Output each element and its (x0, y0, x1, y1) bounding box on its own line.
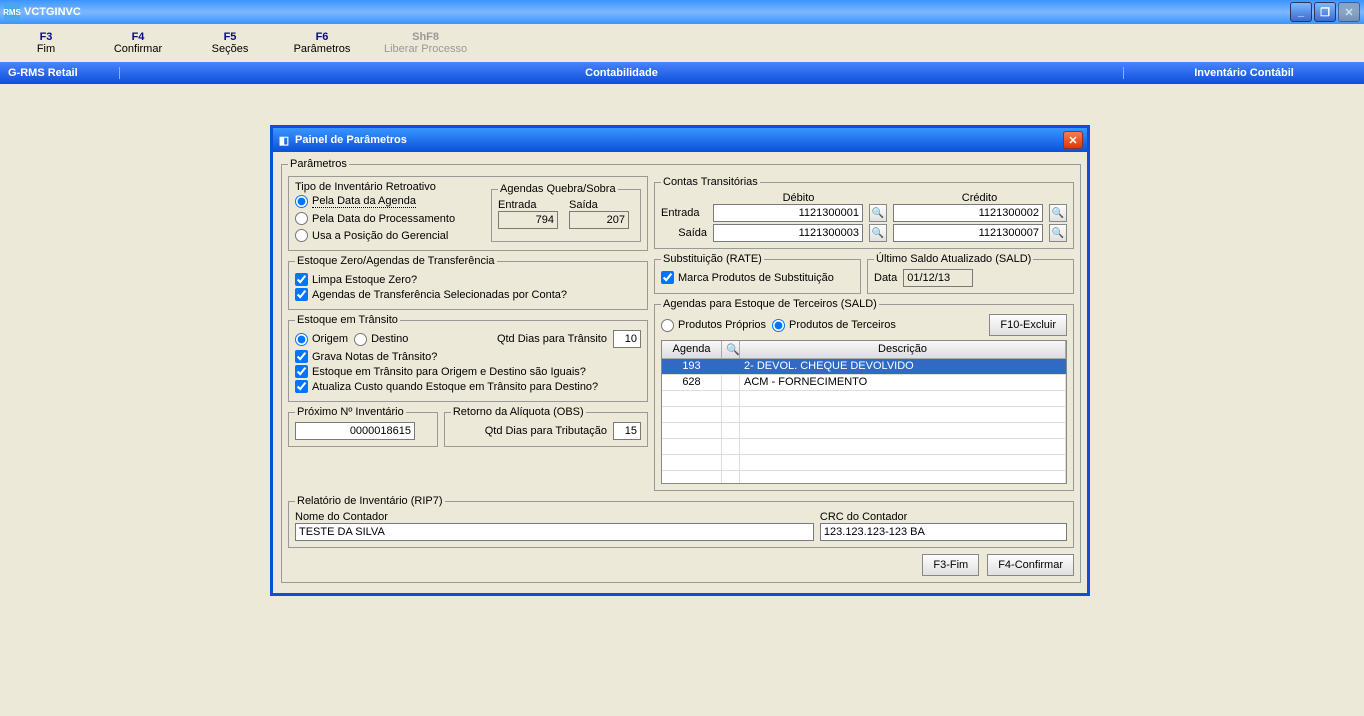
opt-data-agenda[interactable]: Pela Data da Agenda (295, 195, 485, 208)
ultimo-saldo-group: Último Saldo Atualizado (SALD) Data (867, 253, 1074, 294)
fkey-f6[interactable]: F6Parâmetros (292, 31, 352, 55)
parametros-legend: Parâmetros (288, 158, 349, 170)
excluir-button[interactable]: F10-Excluir (989, 314, 1067, 336)
saida-field[interactable] (569, 211, 629, 229)
window-titlebar: RMS VCTGINVC _ ❐ ✕ (0, 0, 1364, 24)
opt-data-processamento[interactable]: Pela Data do Processamento (295, 212, 485, 225)
parameters-dialog: ◧ Painel de Parâmetros ✕ Parâmetros Tipo… (270, 125, 1090, 596)
entrada-field[interactable] (498, 211, 558, 229)
fkey-f3[interactable]: F3Fim (16, 31, 76, 55)
entrada-debito-field[interactable] (713, 204, 863, 222)
qtd-tributacao-label: Qtd Dias para Tributação (485, 425, 607, 437)
crc-contador-label: CRC do Contador (820, 511, 1067, 523)
binoculars-icon[interactable]: 🔍 (869, 204, 887, 222)
opt-origem[interactable]: Origem (295, 333, 348, 346)
fkey-f5[interactable]: F5Seções (200, 31, 260, 55)
minimize-button[interactable]: _ (1290, 2, 1312, 22)
table-row[interactable] (662, 407, 1066, 423)
agendas-grid[interactable]: Agenda 🔍 Descrição 1932- DEVOL. CHEQUE D… (661, 340, 1067, 484)
dialog-icon: ◧ (277, 133, 291, 147)
fkey-bar: F3Fim F4Confirmar F5Seções F6Parâmetros … (0, 24, 1364, 62)
opt-destino[interactable]: Destino (354, 333, 408, 346)
dialog-title: Painel de Parâmetros (295, 134, 1063, 146)
context-bar: G-RMS Retail Contabilidade Inventário Co… (0, 62, 1364, 84)
binoculars-icon[interactable]: 🔍 (722, 341, 740, 358)
table-row[interactable] (662, 423, 1066, 439)
col-descricao: Descrição (740, 341, 1066, 358)
retorno-aliquota-group: Retorno da Alíquota (OBS) Qtd Dias para … (444, 406, 648, 447)
entrada-label: Entrada (498, 199, 563, 211)
window-title: VCTGINVC (24, 6, 1288, 18)
nome-contador-field[interactable] (295, 523, 814, 541)
context-left: G-RMS Retail (0, 67, 120, 79)
chk-origem-destino-iguais[interactable]: Estoque em Trânsito para Origem e Destin… (295, 365, 641, 378)
agendas-quebra-sobra-group: Agendas Quebra/Sobra Entrada Saída (491, 183, 641, 242)
tipo-inventario-group: Tipo de Inventário Retroativo Pela Data … (288, 176, 648, 251)
context-center: Contabilidade (120, 67, 1124, 79)
col-agenda: Agenda (662, 341, 722, 358)
saida-debito-field[interactable] (713, 224, 863, 242)
opt-posicao-gerencial[interactable]: Usa a Posição do Gerencial (295, 229, 485, 242)
table-row[interactable] (662, 391, 1066, 407)
data-saldo-field[interactable] (903, 269, 973, 287)
window-close-button[interactable]: ✕ (1338, 2, 1360, 22)
proximo-inventario-group: Próximo Nº Inventário (288, 406, 438, 447)
table-row[interactable] (662, 471, 1066, 483)
binoculars-icon[interactable]: 🔍 (1049, 204, 1067, 222)
substituicao-group: Substituição (RATE) Marca Produtos de Su… (654, 253, 861, 294)
chk-marca-produtos[interactable]: Marca Produtos de Substituição (661, 271, 854, 284)
binoculars-icon[interactable]: 🔍 (1049, 224, 1067, 242)
qtd-dias-label: Qtd Dias para Trânsito (497, 333, 607, 345)
debito-label: Débito (711, 192, 886, 204)
nome-contador-label: Nome do Contador (295, 511, 814, 523)
confirmar-button[interactable]: F4-Confirmar (987, 554, 1074, 576)
estoque-zero-group: Estoque Zero/Agendas de Transferência Li… (288, 255, 648, 310)
saida-credito-field[interactable] (893, 224, 1043, 242)
fkey-shf8: ShF8Liberar Processo (384, 31, 467, 55)
contas-transitorias-group: Contas Transitórias Débito Crédito Entra… (654, 176, 1074, 249)
binoculars-icon[interactable]: 🔍 (869, 224, 887, 242)
qtd-tributacao-field[interactable] (613, 422, 641, 440)
fim-button[interactable]: F3-Fim (922, 554, 979, 576)
dialog-titlebar: ◧ Painel de Parâmetros ✕ (273, 128, 1087, 152)
chk-grava-notas[interactable]: Grava Notas de Trânsito? (295, 350, 641, 363)
estoque-transito-group: Estoque em Trânsito Origem Destino Qtd D… (288, 314, 648, 402)
proximo-inventario-field[interactable] (295, 422, 415, 440)
chk-agendas-transf[interactable]: Agendas de Transferência Selecionadas po… (295, 288, 641, 301)
context-right: Inventário Contábil (1124, 67, 1364, 79)
table-row[interactable] (662, 439, 1066, 455)
opt-produtos-proprios[interactable]: Produtos Próprios (661, 319, 766, 332)
maximize-button[interactable]: ❐ (1314, 2, 1336, 22)
agendas-terceiros-group: Agendas para Estoque de Terceiros (SALD)… (654, 298, 1074, 491)
table-row[interactable] (662, 455, 1066, 471)
table-row[interactable]: 1932- DEVOL. CHEQUE DEVOLVIDO (662, 359, 1066, 375)
fkey-f4[interactable]: F4Confirmar (108, 31, 168, 55)
chk-atualiza-custo[interactable]: Atualiza Custo quando Estoque em Trânsit… (295, 380, 641, 393)
table-row[interactable]: 628ACM - FORNECIMENTO (662, 375, 1066, 391)
chk-limpa-estoque[interactable]: Limpa Estoque Zero? (295, 273, 641, 286)
entrada-credito-field[interactable] (893, 204, 1043, 222)
crc-contador-field[interactable] (820, 523, 1067, 541)
relatorio-inventario-group: Relatório de Inventário (RIP7) Nome do C… (288, 495, 1074, 548)
opt-produtos-terceiros[interactable]: Produtos de Terceiros (772, 319, 896, 332)
dialog-close-button[interactable]: ✕ (1063, 131, 1083, 149)
parametros-group: Parâmetros Tipo de Inventário Retroativo… (281, 158, 1081, 583)
saida-label: Saída (569, 199, 634, 211)
app-icon: RMS (4, 4, 20, 20)
credito-label: Crédito (892, 192, 1067, 204)
qtd-dias-field[interactable] (613, 330, 641, 348)
